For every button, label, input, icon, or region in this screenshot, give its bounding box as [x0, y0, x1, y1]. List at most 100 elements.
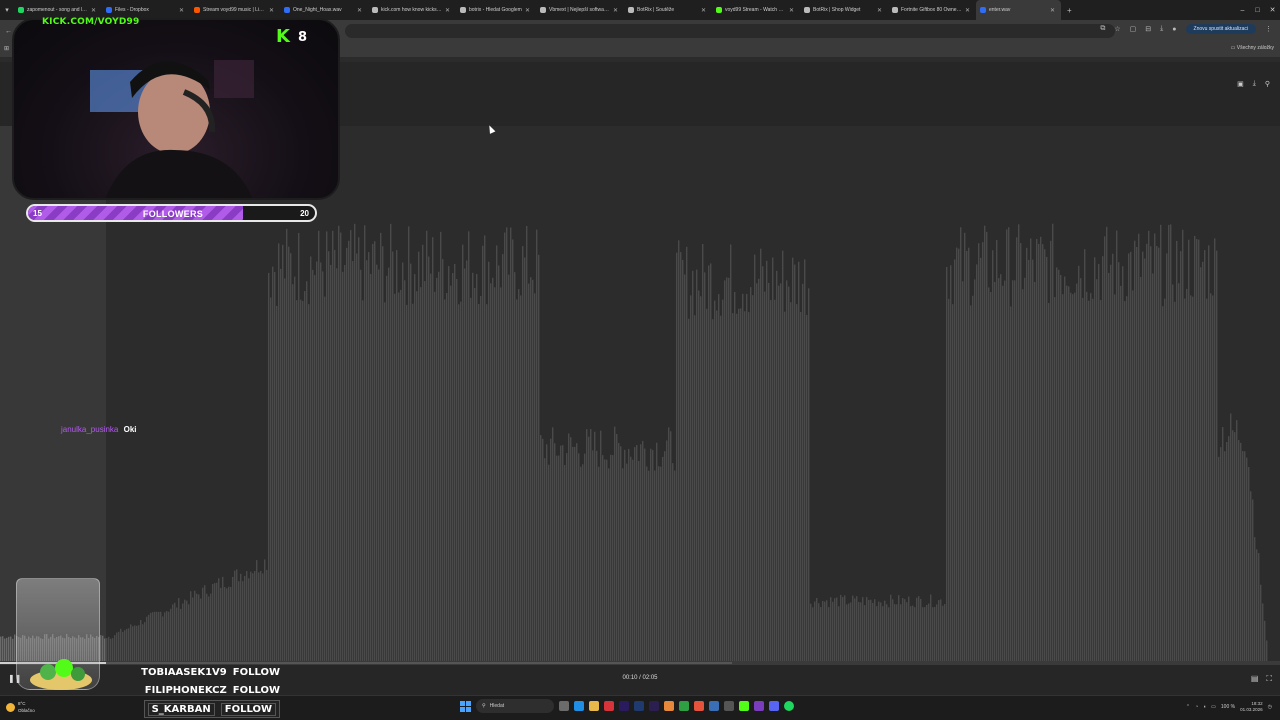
maximize-icon[interactable]: □	[1250, 0, 1265, 20]
waveform-bar	[282, 244, 284, 662]
kick-app-icon[interactable]	[739, 701, 749, 711]
tab-close-icon[interactable]: ✕	[269, 7, 274, 14]
waveform-bar	[1240, 442, 1242, 662]
waveform-bar	[914, 607, 916, 662]
tab-close-icon[interactable]: ✕	[877, 7, 882, 14]
waveform-bar	[294, 276, 296, 662]
tab-close-icon[interactable]: ✕	[701, 7, 706, 14]
comment-icon[interactable]: ▣	[1237, 80, 1244, 88]
weather-widget[interactable]: 8°C Oblačno	[6, 700, 35, 714]
waveform-bar	[660, 466, 662, 662]
waveform-bar	[994, 281, 996, 662]
captions-icon[interactable]: ▤	[1251, 674, 1259, 684]
app-icon-red[interactable]	[694, 701, 704, 711]
browser-tab[interactable]: BotRix | Shop Widget ✕	[800, 0, 888, 20]
download-icon[interactable]: ⤓	[1160, 25, 1163, 33]
omnibox[interactable]	[345, 24, 1115, 38]
waveform-bar	[950, 265, 952, 662]
edge-icon[interactable]	[574, 701, 584, 711]
notification-icon[interactable]: ◷	[1268, 704, 1272, 710]
browser-tab[interactable]: kick.com how know kicks com ✕	[368, 0, 456, 20]
after-effects-icon[interactable]	[649, 701, 659, 711]
link-icon[interactable]: ⚲	[1265, 80, 1270, 88]
volume-icon[interactable]: ◖	[1203, 704, 1206, 710]
waveform-bar	[942, 605, 944, 662]
fullscreen-icon[interactable]: ⛶	[1266, 674, 1272, 684]
discord-icon[interactable]	[769, 701, 779, 711]
tab-close-icon[interactable]: ✕	[357, 7, 362, 14]
close-window-icon[interactable]: ✕	[1265, 0, 1280, 20]
bookmark-star-icon[interactable]: ☆	[1114, 25, 1120, 33]
menu-icon[interactable]: ⋮	[1265, 25, 1272, 33]
browser-tab[interactable]: Fortnite Giftbox 80 Owner Epic✕	[888, 0, 976, 20]
chrome-icon[interactable]	[679, 701, 689, 711]
tab-search-icon[interactable]: ▾	[0, 0, 14, 20]
browser-tab[interactable]: Vbmext | Nejlepší software pro✕	[536, 0, 624, 20]
taskbar-search[interactable]: ⚲ Hledat	[476, 699, 554, 713]
waveform-bar	[806, 314, 808, 662]
waveform-bar	[246, 571, 248, 662]
obs-icon[interactable]	[754, 701, 764, 711]
waveform-bar	[920, 598, 922, 662]
app-icon-gray[interactable]	[724, 701, 734, 711]
waveform-bar	[698, 290, 700, 662]
windows-start-icon[interactable]	[460, 700, 471, 712]
tab-close-icon[interactable]: ✕	[445, 7, 450, 14]
premiere-icon[interactable]	[619, 701, 629, 711]
waveform-bar	[390, 223, 392, 662]
file-explorer-icon[interactable]	[589, 701, 599, 711]
extensions-icon[interactable]: ▢	[1130, 25, 1137, 33]
tab-close-icon[interactable]: ✕	[91, 7, 96, 14]
tray-chevron-icon[interactable]: ⌃	[1186, 704, 1190, 710]
tab-close-icon[interactable]: ✕	[1050, 7, 1055, 14]
new-tab-button[interactable]: +	[1061, 6, 1078, 15]
waveform-bar	[722, 299, 724, 662]
back-icon[interactable]: ←	[5, 28, 12, 35]
waveform-bar	[1030, 238, 1032, 662]
tab-close-icon[interactable]: ✕	[965, 7, 970, 14]
browser-tab[interactable]: enter.wav ✕	[976, 0, 1061, 20]
apps-grid-icon[interactable]: ⊞	[4, 45, 9, 52]
update-button[interactable]: Znovu spustit aktualizaci	[1185, 24, 1256, 34]
app-icon-blue[interactable]	[709, 701, 719, 711]
browser-tab[interactable]: One_Night_Hoax.wav ✕	[280, 0, 368, 20]
waveform-bar	[1082, 297, 1084, 662]
waveform-bar	[708, 265, 710, 662]
all-bookmarks-link[interactable]: ▭ Všechny záložky	[1231, 45, 1274, 51]
browser-tab[interactable]: botrix - Hledat Googlem ✕	[456, 0, 536, 20]
waveform-bar	[0, 636, 2, 662]
waveform-bar	[936, 604, 938, 662]
download-file-icon[interactable]: ⤓	[1253, 80, 1256, 88]
waveform-bar	[384, 302, 386, 662]
clock[interactable]: 18:32 01.03.2026	[1240, 701, 1263, 713]
translate-icon[interactable]: ⧉	[1100, 25, 1105, 33]
browser-tab[interactable]: BotRix | Soutěže ✕	[624, 0, 712, 20]
photoshop-icon[interactable]	[634, 701, 644, 711]
waveform-bar	[542, 438, 544, 662]
waveform-bar	[648, 470, 650, 662]
tab-close-icon[interactable]: ✕	[525, 7, 530, 14]
task-view-icon[interactable]	[559, 701, 569, 711]
tab-close-icon[interactable]: ✕	[789, 7, 794, 14]
waveform-bar	[562, 445, 564, 662]
app-icon-orange[interactable]	[664, 701, 674, 711]
wifi-icon[interactable]: ◔	[1195, 704, 1198, 710]
profile-icon[interactable]: ●	[1172, 26, 1176, 33]
minimize-icon[interactable]: –	[1235, 0, 1250, 20]
waveform-bar	[408, 226, 410, 662]
tab-close-icon[interactable]: ✕	[179, 7, 184, 14]
tab-close-icon[interactable]: ✕	[613, 7, 618, 14]
waveform-bar	[226, 588, 228, 662]
waveform-bar	[1214, 238, 1216, 662]
waveform-bar	[668, 427, 670, 662]
waveform-bar	[1220, 447, 1222, 662]
tab-title: enter.wav	[989, 7, 1011, 13]
browser-tab[interactable]: Stream voyd99 music | Listen ✕	[190, 0, 280, 20]
battery-icon[interactable]: ▭	[1211, 704, 1216, 710]
waveform-bar	[1264, 620, 1266, 662]
sidebar-icon[interactable]: ⊟	[1145, 25, 1151, 33]
browser-tab[interactable]: voyd99 Stream - Watch Live on✕	[712, 0, 800, 20]
spotify-icon[interactable]	[784, 701, 794, 711]
opera-icon[interactable]	[604, 701, 614, 711]
waveform-bar	[354, 223, 356, 662]
